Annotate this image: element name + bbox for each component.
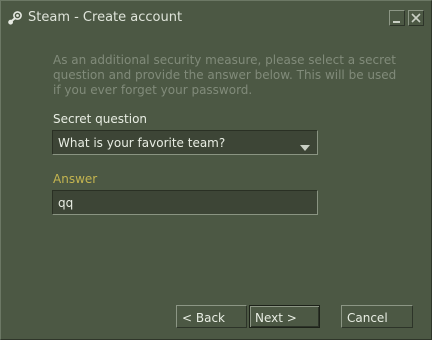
- secret-question-dropdown[interactable]: What is your favorite team?: [52, 130, 318, 155]
- close-icon: [409, 11, 423, 25]
- security-intro-text: As an additional security measure, pleas…: [53, 53, 398, 98]
- answer-label: Answer: [53, 172, 98, 186]
- intro-line: question and provide the answer below. T…: [53, 68, 397, 82]
- steam-logo-icon: [7, 10, 23, 26]
- window-title: Steam - Create account: [28, 10, 183, 25]
- answer-input[interactable]: [52, 190, 318, 215]
- intro-line: if you ever forget your password.: [53, 83, 253, 97]
- create-account-window: Steam - Create account As an additional …: [0, 0, 432, 340]
- intro-line: As an additional security measure, pleas…: [53, 53, 396, 67]
- dropdown-arrow-icon[interactable]: [300, 140, 310, 151]
- secret-question-label: Secret question: [53, 112, 148, 126]
- minimize-button[interactable]: [389, 10, 405, 26]
- back-button[interactable]: < Back: [176, 305, 247, 328]
- title-bar[interactable]: Steam - Create account: [1, 1, 431, 35]
- cancel-button[interactable]: Cancel: [341, 305, 413, 328]
- minimize-icon: [390, 11, 404, 25]
- close-button[interactable]: [408, 10, 424, 26]
- next-button[interactable]: Next >: [249, 305, 320, 328]
- secret-question-selected: What is your favorite team?: [58, 136, 226, 150]
